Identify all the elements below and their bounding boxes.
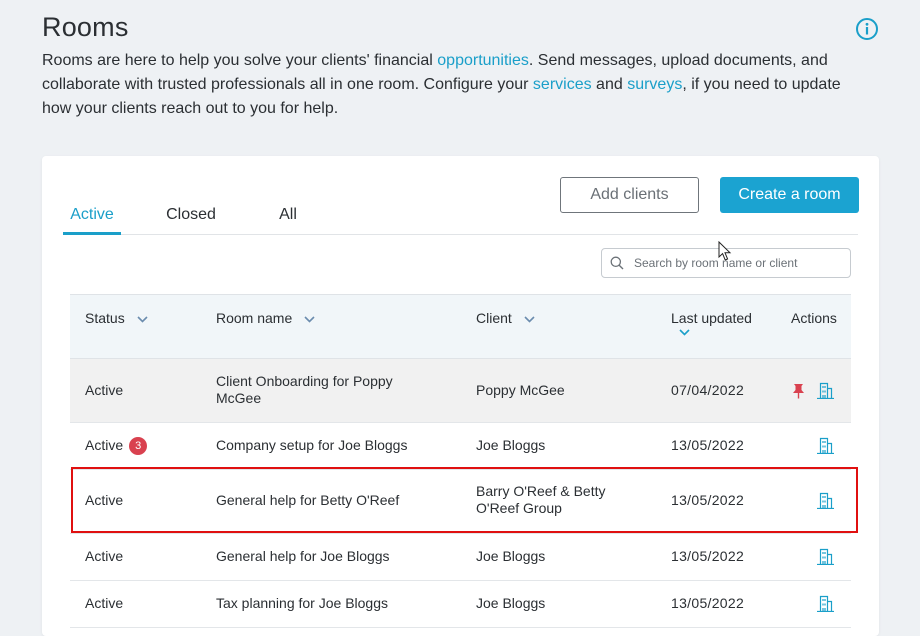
services-link[interactable]: services	[533, 76, 592, 93]
room-name-cell[interactable]: Company setup for Joe Bloggs	[216, 437, 456, 454]
rooms-table: Status Room name Client Last updated Act…	[70, 294, 851, 628]
building-icon[interactable]	[816, 548, 835, 565]
table-row[interactable]: Active 3 Company setup for Joe Bloggs Joe…	[70, 423, 851, 470]
last-updated-cell: 13/05/2022	[671, 548, 745, 564]
search-input[interactable]	[632, 252, 846, 274]
tab-active[interactable]: Active	[63, 206, 121, 235]
client-column-header[interactable]: Client	[476, 310, 535, 326]
building-icon[interactable]	[816, 382, 835, 399]
search-icon	[610, 256, 624, 270]
status-cell: Active 3	[85, 437, 148, 455]
table-row[interactable]: Active Tax planning for Joe Bloggs Joe B…	[70, 581, 851, 628]
table-row[interactable]: Active General help for Joe Bloggs Joe B…	[70, 534, 851, 581]
actions-column-header: Actions	[791, 310, 837, 326]
last-updated-cell: 07/04/2022	[671, 382, 745, 398]
status-cell: Active	[85, 382, 124, 398]
create-room-button[interactable]: Create a room	[720, 177, 859, 213]
rooms-card: Active Closed All Add clients Create a r…	[42, 156, 879, 636]
page-title: Rooms	[42, 12, 129, 42]
intro-text: Rooms are here to help you solve your cl…	[42, 52, 841, 117]
last-updated-cell: 13/05/2022	[671, 595, 745, 611]
last-updated-column-header[interactable]: Last updated	[671, 310, 752, 336]
chevron-down-icon	[137, 316, 148, 323]
opportunities-link[interactable]: opportunities	[437, 52, 529, 69]
tab-all[interactable]: All	[268, 206, 308, 232]
table-header: Status Room name Client Last updated Act…	[70, 294, 851, 359]
building-icon[interactable]	[816, 437, 835, 454]
last-updated-cell: 13/05/2022	[671, 437, 745, 453]
info-icon[interactable]	[855, 17, 879, 41]
mouse-pointer-icon	[718, 241, 732, 261]
room-name-cell[interactable]: Client Onboarding for Poppy McGee	[216, 373, 426, 407]
pin-icon[interactable]	[792, 383, 805, 399]
client-cell: Joe Bloggs	[476, 437, 546, 453]
chevron-down-icon	[679, 329, 690, 336]
room-name-cell[interactable]: General help for Joe Bloggs	[216, 548, 456, 565]
table-row[interactable]: Active Client Onboarding for Poppy McGee…	[70, 359, 851, 423]
status-cell: Active	[85, 595, 124, 611]
status-column-header[interactable]: Status	[85, 310, 148, 326]
chevron-down-icon	[304, 316, 315, 323]
surveys-link[interactable]: surveys	[627, 76, 682, 93]
client-cell: Joe Bloggs	[476, 595, 546, 611]
client-cell: Poppy McGee	[476, 382, 565, 398]
add-clients-button[interactable]: Add clients	[560, 177, 699, 213]
selected-row-highlight	[71, 467, 858, 533]
status-cell: Active	[85, 548, 124, 564]
room-name-cell[interactable]: Tax planning for Joe Bloggs	[216, 595, 456, 612]
client-cell: Joe Bloggs	[476, 548, 546, 564]
room-name-column-header[interactable]: Room name	[216, 310, 315, 326]
building-icon[interactable]	[816, 595, 835, 612]
notification-badge: 3	[129, 437, 148, 455]
tab-closed[interactable]: Closed	[158, 206, 224, 232]
chevron-down-icon	[524, 316, 535, 323]
